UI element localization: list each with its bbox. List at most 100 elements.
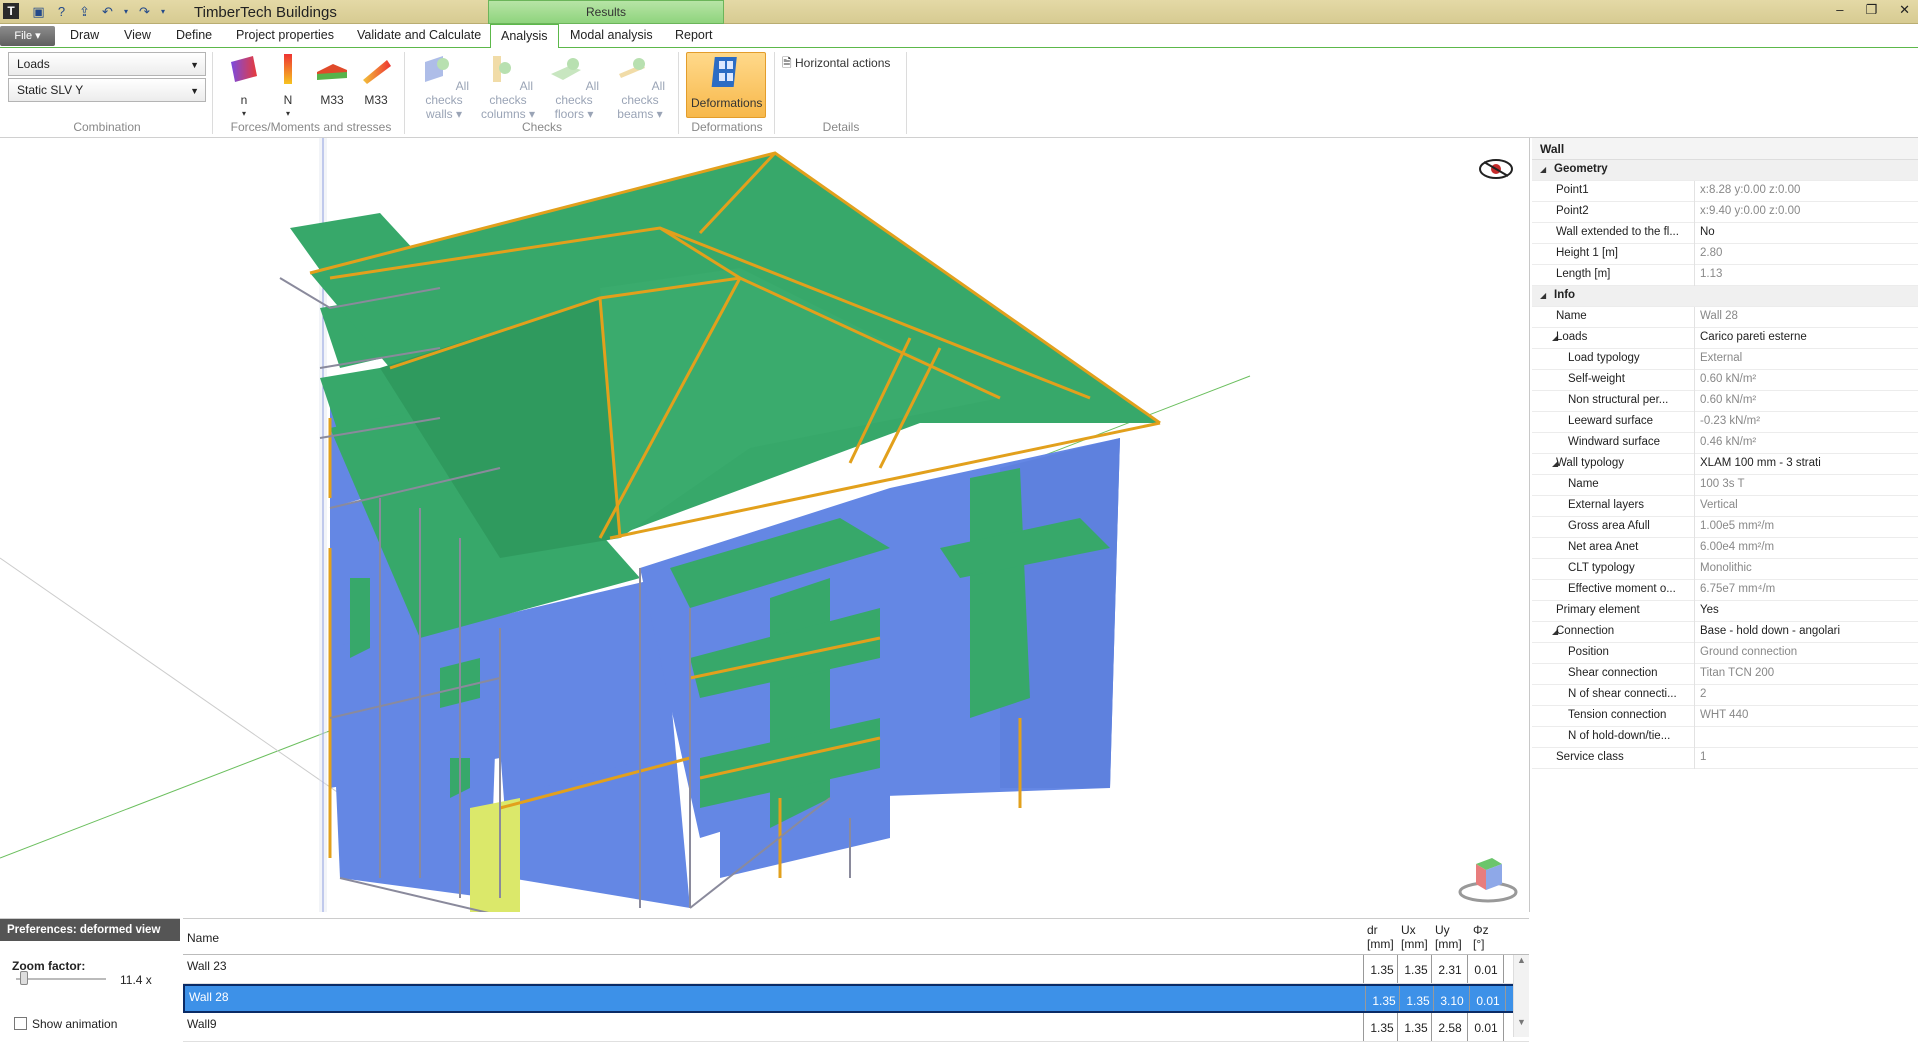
property-row[interactable]: Length [m] 1.13: [1532, 265, 1918, 286]
3d-viewport[interactable]: [0, 138, 1530, 912]
scroll-up-icon[interactable]: ▲: [1514, 955, 1529, 965]
force-N-button[interactable]: N ▾: [268, 52, 308, 118]
property-value[interactable]: External: [1700, 352, 1742, 364]
property-row[interactable]: Windward surface 0.46 kN/m²: [1532, 433, 1918, 454]
horizontal-actions-button[interactable]: 🗎 Horizontal actions: [782, 54, 890, 75]
help-icon[interactable]: ?: [53, 3, 70, 20]
property-value[interactable]: 0.46 kN/m²: [1700, 436, 1756, 448]
scroll-down-icon[interactable]: ▼: [1514, 1017, 1529, 1027]
close-icon[interactable]: ✕: [1899, 2, 1910, 18]
property-category[interactable]: ◢ Geometry: [1532, 160, 1918, 181]
property-value[interactable]: 6.00e4 mm²/m: [1700, 541, 1774, 553]
property-value[interactable]: 1.13: [1700, 268, 1722, 280]
column-header-uy[interactable]: Uy [mm]: [1435, 923, 1462, 951]
property-row[interactable]: ◢ Connection Base - hold down - angolari: [1532, 622, 1918, 643]
tab-draw[interactable]: Draw: [70, 28, 99, 42]
results-scrollbar[interactable]: ▲ ▼: [1513, 955, 1529, 1037]
property-row[interactable]: Non structural per... 0.60 kN/m²: [1532, 391, 1918, 412]
deformations-button[interactable]: Deformations: [686, 52, 766, 118]
property-row[interactable]: Point2 x:9.40 y:0.00 z:0.00: [1532, 202, 1918, 223]
property-row[interactable]: ◢ Wall typology XLAM 100 mm - 3 strati: [1532, 454, 1918, 475]
moment-m33-beam-button[interactable]: M33: [312, 52, 352, 107]
property-row[interactable]: Primary element Yes: [1532, 601, 1918, 622]
property-row[interactable]: Service class 1: [1532, 748, 1918, 769]
property-value[interactable]: No: [1700, 226, 1715, 238]
checkbox-icon[interactable]: [14, 1017, 27, 1030]
property-row[interactable]: Net area Anet 6.00e4 mm²/m: [1532, 538, 1918, 559]
property-row[interactable]: ◢ Loads Carico pareti esterne: [1532, 328, 1918, 349]
save-icon[interactable]: ▣: [30, 3, 47, 20]
property-value[interactable]: 2: [1700, 688, 1706, 700]
property-value[interactable]: Vertical: [1700, 499, 1738, 511]
property-value[interactable]: 0.60 kN/m²: [1700, 373, 1756, 385]
property-value[interactable]: x:9.40 y:0.00 z:0.00: [1700, 205, 1800, 217]
property-row[interactable]: Gross area Afull 1.00e5 mm²/m: [1532, 517, 1918, 538]
building-model[interactable]: [0, 138, 1530, 912]
tab-report[interactable]: Report: [675, 28, 713, 42]
restore-icon[interactable]: ❐: [1865, 2, 1877, 18]
column-header-phiz[interactable]: Φz [°]: [1473, 923, 1489, 951]
all-checks-beams-button[interactable]: All checks beams ▾: [610, 52, 670, 121]
undo-icon[interactable]: ↶: [99, 3, 116, 20]
export-icon[interactable]: ⇪: [76, 3, 93, 20]
property-row[interactable]: Effective moment o... 6.75e7 mm⁴/m: [1532, 580, 1918, 601]
zoom-factor-track[interactable]: [16, 978, 106, 980]
tab-analysis[interactable]: Analysis: [490, 24, 559, 49]
property-row[interactable]: Name Wall 28: [1532, 307, 1918, 328]
property-value[interactable]: 6.75e7 mm⁴/m: [1700, 583, 1775, 595]
property-value[interactable]: x:8.28 y:0.00 z:0.00: [1700, 184, 1800, 196]
property-value[interactable]: Wall 28: [1700, 310, 1738, 322]
show-animation-checkbox[interactable]: Show animation: [14, 1017, 117, 1031]
property-row[interactable]: Height 1 [m] 2.80: [1532, 244, 1918, 265]
table-row[interactable]: Wall9 1.35 1.35 2.58 0.01: [183, 1013, 1529, 1042]
force-n-button[interactable]: n ▾: [224, 52, 264, 118]
property-value[interactable]: Monolithic: [1700, 562, 1752, 574]
tab-define[interactable]: Define: [176, 28, 212, 42]
visibility-eye-icon[interactable]: [1478, 158, 1514, 180]
property-row[interactable]: Load typology External: [1532, 349, 1918, 370]
redo-icon[interactable]: ↷: [136, 3, 153, 20]
property-value[interactable]: Ground connection: [1700, 646, 1797, 658]
table-row[interactable]: Wall 23 1.35 1.35 2.31 0.01: [183, 955, 1529, 984]
combination-case-select[interactable]: Static SLV Y ▼: [8, 78, 206, 102]
property-row[interactable]: Shear connection Titan TCN 200: [1532, 664, 1918, 685]
minimize-icon[interactable]: –: [1836, 2, 1843, 18]
property-value[interactable]: 0.60 kN/m²: [1700, 394, 1756, 406]
property-value[interactable]: Yes: [1700, 604, 1719, 616]
property-value[interactable]: 2.80: [1700, 247, 1722, 259]
zoom-factor-slider[interactable]: [20, 971, 28, 985]
customize-qat-icon[interactable]: ▾: [159, 3, 167, 20]
property-value[interactable]: Base - hold down - angolari: [1700, 625, 1840, 637]
property-row[interactable]: N of shear connecti... 2: [1532, 685, 1918, 706]
property-category[interactable]: ◢ Info: [1532, 286, 1918, 307]
property-value[interactable]: Carico pareti esterne: [1700, 331, 1807, 343]
property-row[interactable]: Self-weight 0.60 kN/m²: [1532, 370, 1918, 391]
app-logo-icon[interactable]: T: [3, 3, 19, 19]
column-header-name[interactable]: Name: [187, 931, 219, 945]
property-row[interactable]: N of hold-down/tie...: [1532, 727, 1918, 748]
property-row[interactable]: Tension connection WHT 440: [1532, 706, 1918, 727]
property-row[interactable]: External layers Vertical: [1532, 496, 1918, 517]
property-row[interactable]: Name 100 3s T: [1532, 475, 1918, 496]
dropdown-icon[interactable]: ▾: [122, 3, 130, 20]
property-value[interactable]: XLAM 100 mm - 3 strati: [1700, 457, 1821, 469]
tab-modal-analysis[interactable]: Modal analysis: [570, 28, 653, 42]
property-value[interactable]: 100 3s T: [1700, 478, 1745, 490]
combination-load-select[interactable]: Loads ▼: [8, 52, 206, 76]
property-row[interactable]: Position Ground connection: [1532, 643, 1918, 664]
file-menu-button[interactable]: File ▾: [0, 26, 55, 46]
property-value[interactable]: Titan TCN 200: [1700, 667, 1774, 679]
table-row[interactable]: Wall 28 1.35 1.35 3.10 0.01: [183, 984, 1529, 1013]
collapse-triangle-icon[interactable]: ◢: [1540, 291, 1546, 300]
property-value[interactable]: -0.23 kN/m²: [1700, 415, 1760, 427]
all-checks-floors-button[interactable]: All checks floors ▾: [544, 52, 604, 121]
navigation-cube-icon[interactable]: [1456, 854, 1520, 904]
all-checks-walls-button[interactable]: All checks walls ▾: [414, 52, 474, 121]
column-header-ux[interactable]: Ux [mm]: [1401, 923, 1428, 951]
column-header-dr[interactable]: dr [mm]: [1367, 923, 1394, 951]
property-row[interactable]: Point1 x:8.28 y:0.00 z:0.00: [1532, 181, 1918, 202]
moment-m33-wall-button[interactable]: M33: [356, 52, 396, 107]
all-checks-columns-button[interactable]: All checks columns ▾: [478, 52, 538, 121]
property-value[interactable]: 1.00e5 mm²/m: [1700, 520, 1774, 532]
property-value[interactable]: WHT 440: [1700, 709, 1748, 721]
